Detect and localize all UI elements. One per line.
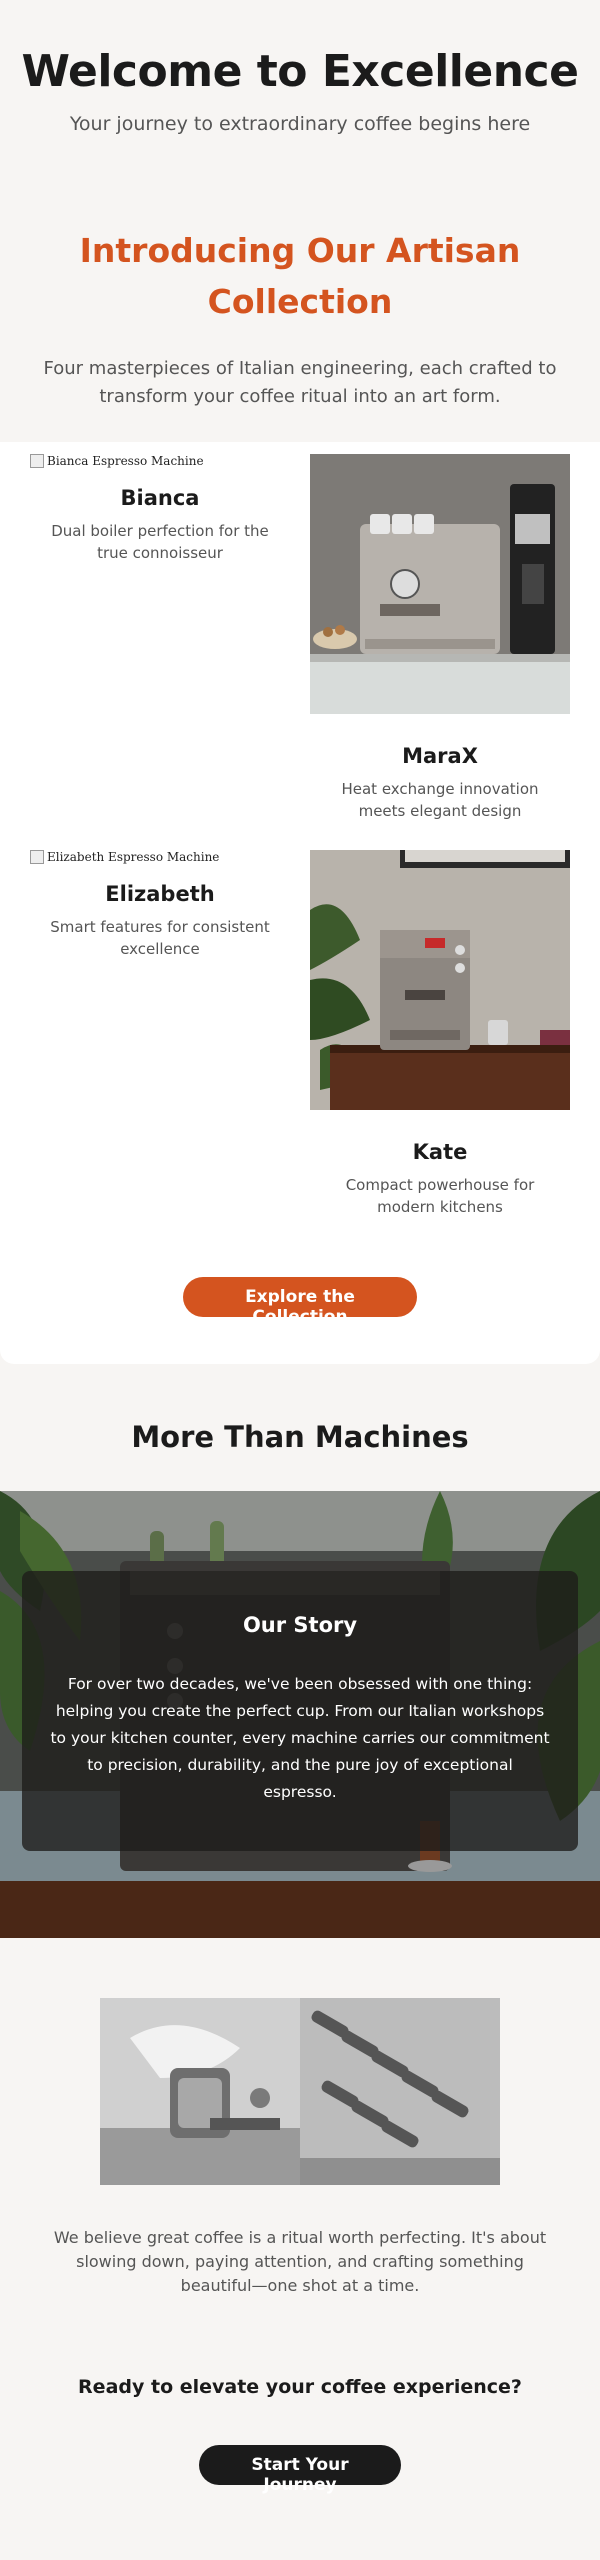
product-name: Kate (412, 1140, 468, 1164)
more-title: More Than Machines (131, 1420, 469, 1454)
product-card-kate[interactable]: Kate Compact powerhouse for modern kitch… (310, 850, 570, 1218)
final-cta-wrap: Start Your Journey (0, 2445, 600, 2495)
hero-subtitle: Your journey to extraordinary coffee beg… (69, 113, 531, 135)
intro-title-line2: Collection (207, 282, 393, 321)
product-image-marax (310, 454, 570, 714)
intro-title: Introducing Our Artisan Collection (40, 225, 560, 327)
workshop-photos (100, 1998, 500, 2185)
broken-image-icon: Elizabeth Espresso Machine (30, 850, 219, 864)
kate-photo (310, 850, 570, 1110)
story-title: Our Story (242, 1613, 358, 1637)
collection-cta-wrap: Explore the Collection (0, 1277, 600, 1327)
workshop-photo-left (100, 1998, 300, 2185)
product-card-bianca[interactable]: Bianca Espresso Machine Bianca Dual boil… (30, 454, 290, 564)
product-image-kate (310, 850, 570, 1110)
image-alt-text: Elizabeth Espresso Machine (47, 850, 220, 864)
ready-heading: Ready to elevate your coffee experience? (78, 2376, 522, 2398)
belief-text: We believe great coffee is a ritual wort… (53, 2228, 547, 2295)
intro-section: Introducing Our Artisan Collection Four … (0, 135, 600, 411)
product-name: Bianca (120, 486, 200, 510)
product-card-marax[interactable]: MaraX Heat exchange innovation meets ele… (310, 454, 570, 822)
collection-panel: Bianca Espresso Machine Bianca Dual boil… (0, 442, 600, 1364)
product-desc: Smart features for consistent excellence (50, 918, 270, 958)
product-name: Elizabeth (105, 882, 215, 906)
landing-page: Welcome to Excellence Your journey to ex… (0, 0, 600, 2560)
start-journey-button[interactable]: Start Your Journey (199, 2445, 401, 2495)
image-placeholder-icon (30, 850, 44, 864)
broken-image-icon: Bianca Espresso Machine (30, 454, 204, 468)
intro-text: Four masterpieces of Italian engineering… (43, 358, 557, 407)
product-card-elizabeth[interactable]: Elizabeth Espresso Machine Elizabeth Sma… (30, 850, 290, 960)
marax-photo (310, 454, 570, 714)
story-section: Our Story For over two decades, we've be… (0, 1491, 600, 1938)
product-image-elizabeth: Elizabeth Espresso Machine (30, 850, 290, 880)
explore-collection-button[interactable]: Explore the Collection (183, 1277, 417, 1327)
product-name: MaraX (402, 744, 478, 768)
hero-title: Welcome to Excellence (21, 46, 579, 97)
workshop-photo-right (300, 1998, 500, 2185)
hero-section: Welcome to Excellence Your journey to ex… (0, 0, 600, 135)
story-text: For over two decades, we've been obsesse… (50, 1675, 550, 1801)
intro-title-line1: Introducing Our Artisan (79, 231, 521, 270)
product-desc: Heat exchange innovation meets elegant d… (341, 780, 539, 820)
image-placeholder-icon (30, 454, 44, 468)
image-alt-text: Bianca Espresso Machine (47, 454, 204, 468)
product-desc: Compact powerhouse for modern kitchens (345, 1176, 535, 1216)
story-card: Our Story For over two decades, we've be… (22, 1571, 578, 1851)
product-image-bianca: Bianca Espresso Machine (30, 454, 290, 484)
product-desc: Dual boiler perfection for the true conn… (51, 522, 269, 562)
